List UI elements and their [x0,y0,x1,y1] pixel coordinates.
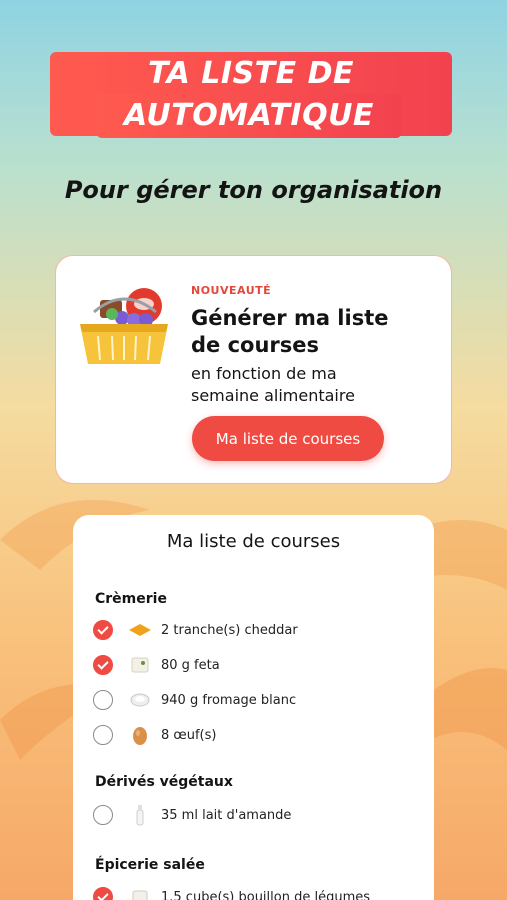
headline-line2: AUTOMATIQUE [96,94,402,138]
checkbox[interactable] [93,620,113,640]
list-item[interactable]: 80 g feta [93,650,220,680]
category-cremerie: Crèmerie [95,591,167,607]
list-item[interactable]: 35 ml lait d'amande [93,800,291,830]
feta-icon [127,654,153,676]
list-item[interactable]: 1.5 cube(s) bouillon de légumes [93,882,370,900]
promo-description: en fonction de ma semaine alimentaire [191,363,441,407]
checkbox[interactable] [93,805,113,825]
list-item[interactable]: 940 g fromage blanc [93,685,296,715]
fromage-blanc-icon [127,689,153,711]
new-badge: NOUVEAUTÉ [191,284,272,297]
promo-card: NOUVEAUTÉ Générer ma liste de courses en… [55,255,452,484]
cheddar-icon [127,619,153,641]
promo-desc-line1: en fonction de ma [191,364,337,383]
list-item[interactable]: 2 tranche(s) cheddar [93,615,298,645]
item-label: 35 ml lait d'amande [161,807,292,823]
list-item[interactable]: 8 œuf(s) [93,720,216,750]
promo-text: NOUVEAUTÉ Générer ma liste de courses en… [191,284,441,407]
checkbox[interactable] [93,655,113,675]
subtitle: Pour gérer ton organisation [64,176,443,204]
item-label: 8 œuf(s) [161,727,217,743]
checkbox[interactable] [93,725,113,745]
checkbox[interactable] [93,887,113,900]
item-label: 80 g feta [161,657,220,673]
shopping-basket-icon [80,288,168,364]
checkbox[interactable] [93,690,113,710]
item-label: 940 g fromage blanc [161,692,297,708]
promo-desc-line2: semaine alimentaire [191,386,355,405]
item-label: 2 tranche(s) cheddar [161,622,298,638]
list-title: Ma liste de courses [166,531,341,552]
bouillon-icon [127,886,153,900]
promo-title-line2: de courses [191,333,320,357]
shopping-list-button[interactable]: Ma liste de courses [192,416,384,461]
promo-title-line1: Générer ma liste [191,306,389,330]
shopping-list-card: Ma liste de courses Crèmerie 2 tranche(s… [73,515,434,900]
almond-milk-icon [127,804,153,826]
egg-icon [127,724,153,746]
category-derives-vegetaux: Dérivés végétaux [95,774,233,790]
category-epicerie-salee: Épicerie salée [95,857,205,873]
promo-title: Générer ma liste de courses [191,305,441,359]
item-label: 1.5 cube(s) bouillon de légumes [161,889,371,900]
